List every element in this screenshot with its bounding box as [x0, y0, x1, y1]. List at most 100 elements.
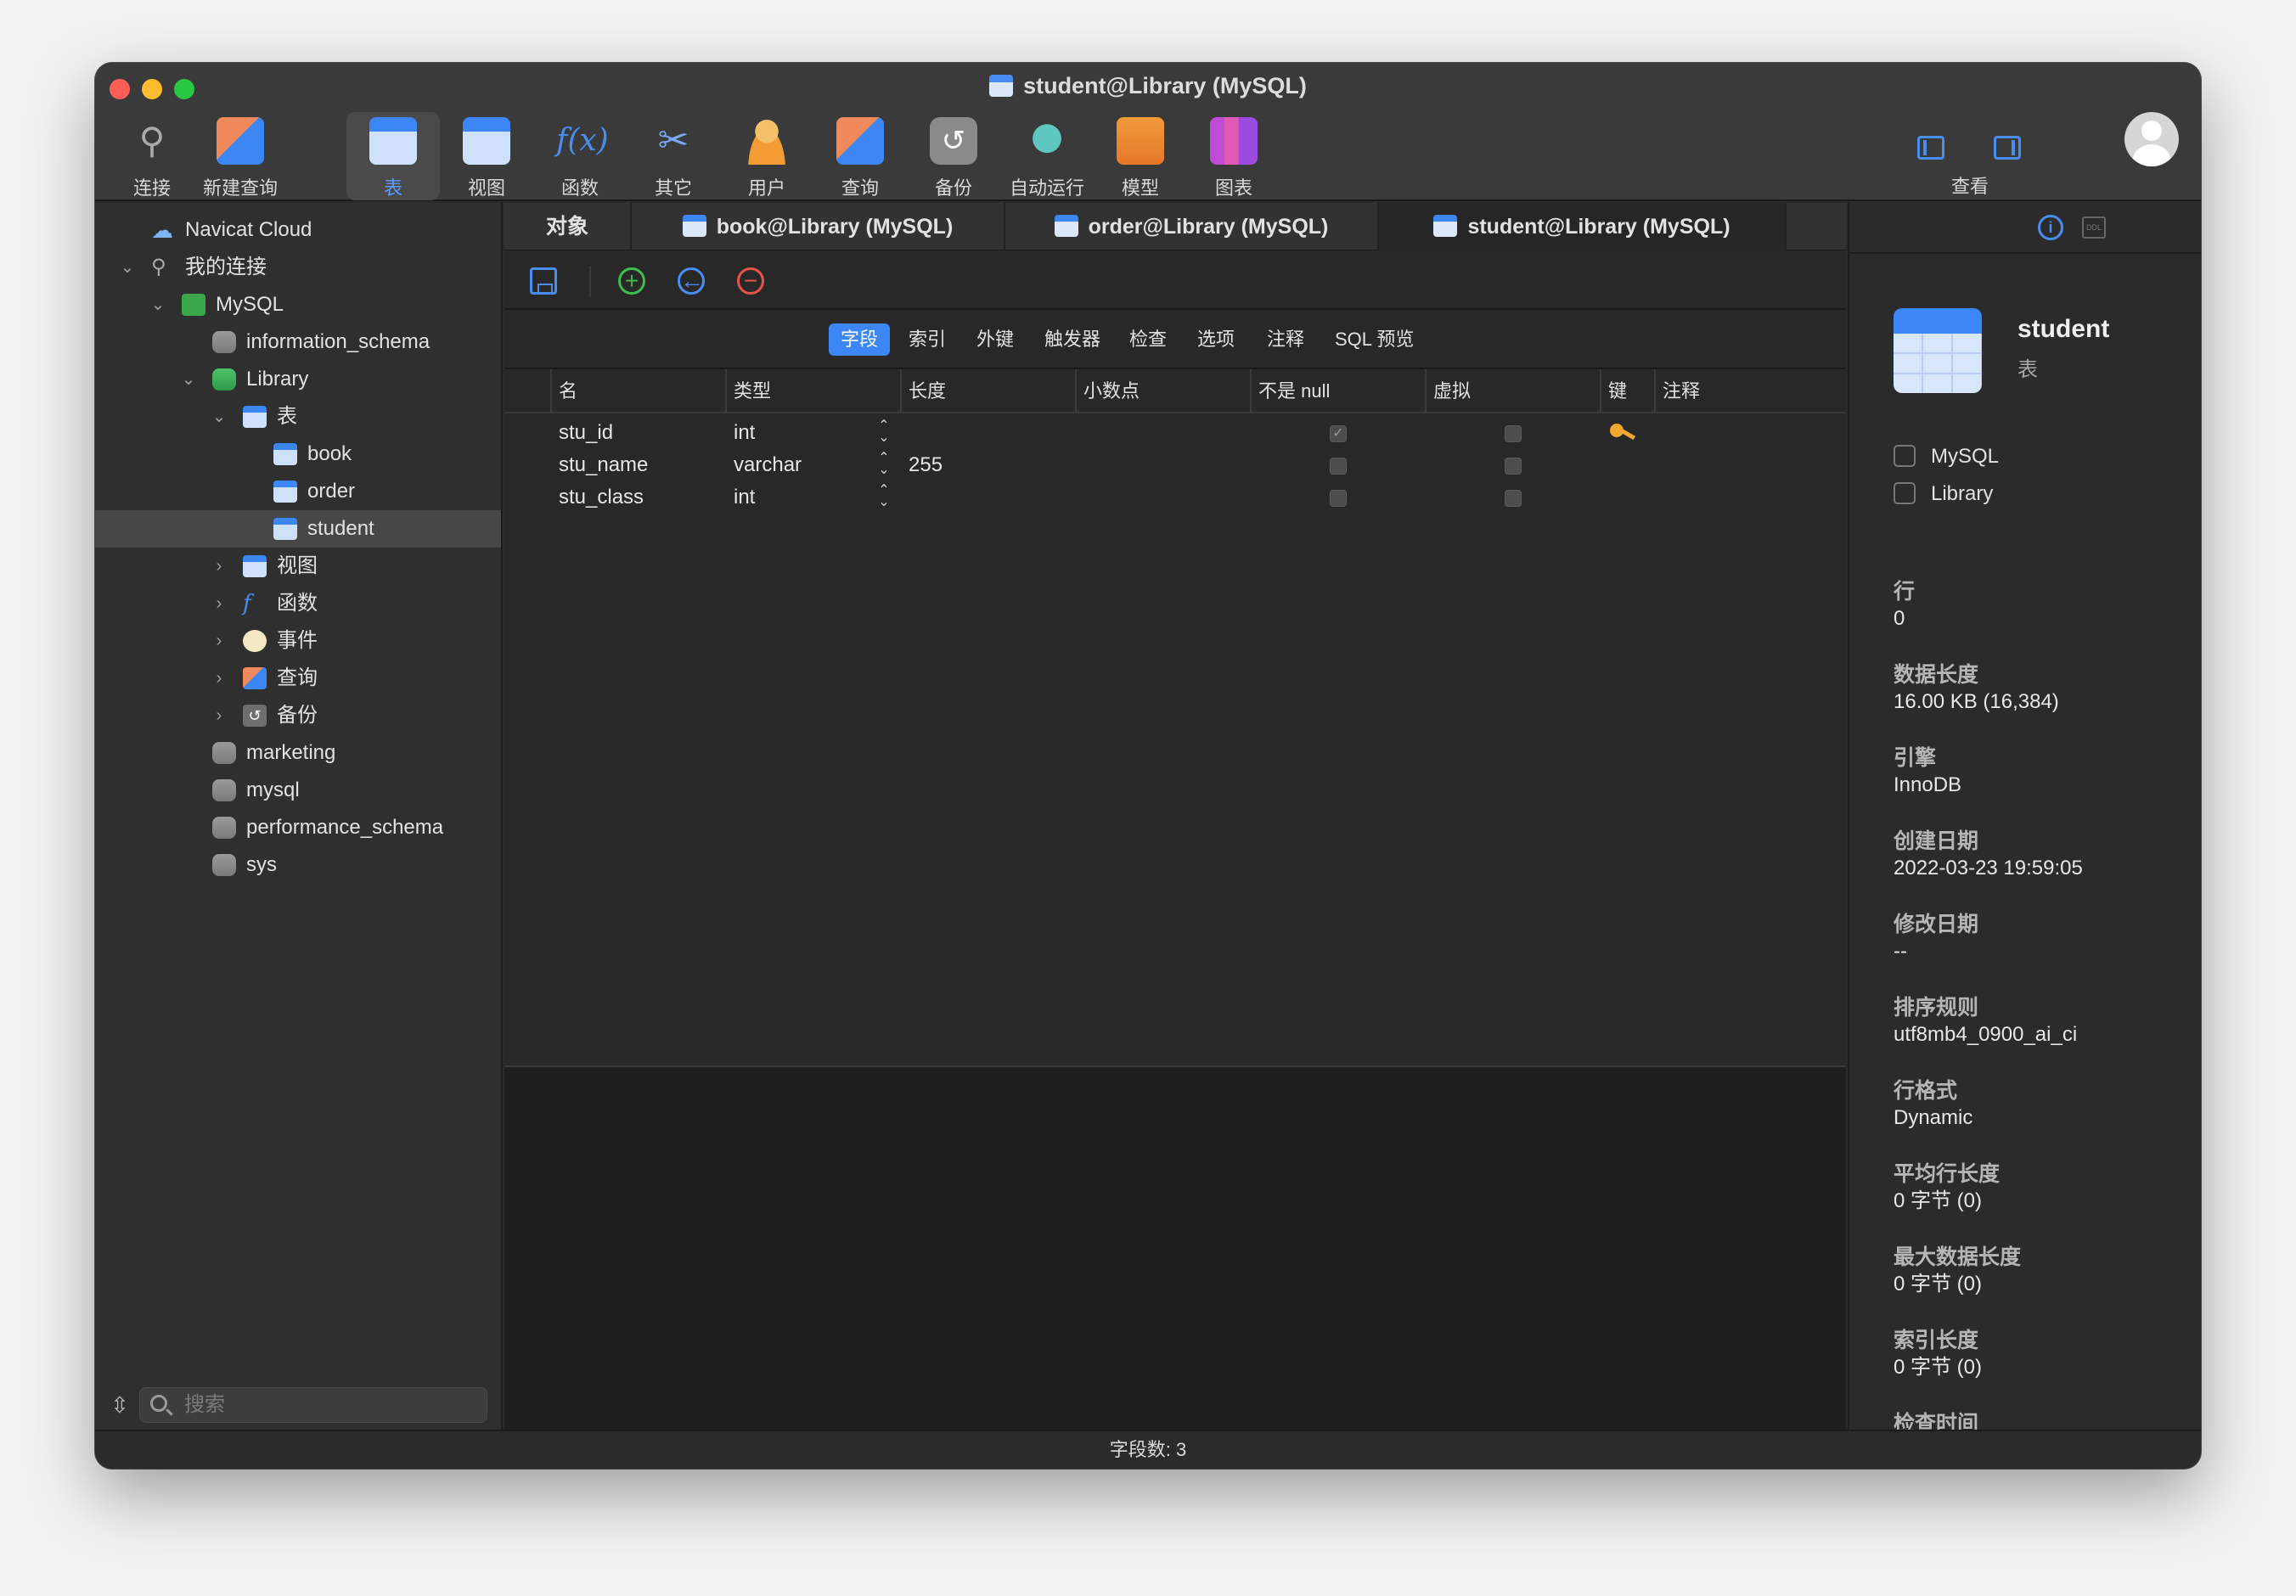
field-name-cell[interactable]: stu_name: [559, 449, 648, 481]
subtab-options[interactable]: 选项: [1185, 323, 1246, 356]
tree-item-order[interactable]: order: [95, 473, 501, 510]
subtab-comment[interactable]: 注释: [1255, 323, 1316, 356]
subtab-foreign-keys[interactable]: 外键: [965, 323, 1026, 356]
type-stepper-icon[interactable]: ⌃ ⌄: [878, 484, 890, 509]
tab-objects[interactable]: 对象: [504, 203, 632, 250]
tree-item-my-connections[interactable]: ⌄ ⚲ 我的连接: [95, 249, 501, 286]
chevron-down-icon[interactable]: ⌄: [119, 249, 136, 286]
tree-item-mysql-db[interactable]: mysql: [95, 772, 501, 809]
subtab-sql-preview[interactable]: SQL 预览: [1323, 323, 1426, 356]
tree-item-backups[interactable]: › ↺ 备份: [95, 697, 501, 734]
field-name-cell[interactable]: stu_class: [559, 481, 644, 514]
toolbar-connect-button[interactable]: ⚲ 连接: [105, 112, 199, 200]
toggle-sidebar-icon[interactable]: [1917, 136, 1944, 160]
user-icon: [743, 117, 791, 165]
tree-item-marketing[interactable]: marketing: [95, 734, 501, 772]
ddl-icon[interactable]: DDL: [2082, 216, 2106, 239]
tab-student[interactable]: student@Library (MySQL): [1379, 203, 1787, 250]
not-null-checkbox[interactable]: [1330, 490, 1347, 507]
tree-item-tables[interactable]: ⌄ 表: [95, 398, 501, 436]
designer-subtabs: 字段 索引 外键 触发器 检查 选项 注释 SQL 预览: [504, 312, 1846, 369]
tree-item-library[interactable]: ⌄ Library: [95, 361, 501, 398]
insert-field-button[interactable]: ←: [678, 267, 705, 295]
property-engine: 引擎 InnoDB: [1894, 746, 1962, 796]
subtab-indexes[interactable]: 索引: [897, 323, 958, 356]
virtual-checkbox[interactable]: [1505, 458, 1522, 475]
chevron-down-icon[interactable]: ⌄: [211, 398, 228, 436]
type-stepper-icon[interactable]: ⌃ ⌄: [878, 419, 890, 445]
tree-item-sys[interactable]: sys: [95, 846, 501, 884]
toolbar-user-button[interactable]: 用户: [720, 112, 813, 200]
toolbar-automation-button[interactable]: 自动运行: [1000, 112, 1094, 200]
field-name-cell[interactable]: stu_id: [559, 417, 613, 449]
column-header-comment[interactable]: 注释: [1654, 369, 1756, 413]
tree-item-functions[interactable]: › f 函数: [95, 585, 501, 622]
tree-item-navicat-cloud[interactable]: ☁ Navicat Cloud: [95, 211, 501, 249]
tree-item-mysql[interactable]: ⌄ MySQL: [95, 286, 501, 323]
delete-field-button[interactable]: −: [737, 267, 764, 295]
toolbar-view-button[interactable]: 视图: [440, 112, 533, 200]
tab-book[interactable]: book@Library (MySQL): [632, 203, 1005, 250]
table-row[interactable]: stu_name varchar ⌃ ⌄ 255: [504, 449, 1846, 481]
primary-key-icon[interactable]: [1608, 422, 1637, 444]
info-icon[interactable]: i: [2038, 215, 2063, 240]
toggle-info-panel-icon[interactable]: [1994, 136, 2021, 160]
tree-item-book[interactable]: book: [95, 436, 501, 473]
tree-item-information-schema[interactable]: information_schema: [95, 323, 501, 361]
not-null-checkbox[interactable]: ✓: [1330, 425, 1347, 442]
toolbar-model-button[interactable]: 模型: [1094, 112, 1187, 200]
column-header-length[interactable]: 长度: [900, 369, 1075, 413]
subtab-fields[interactable]: 字段: [829, 323, 891, 356]
toolbar-function-button[interactable]: f(x) 函数: [533, 112, 627, 200]
table-icon: [273, 480, 297, 503]
chevron-right-icon[interactable]: ›: [211, 697, 228, 734]
type-stepper-icon[interactable]: ⌃ ⌄: [878, 452, 890, 477]
avatar[interactable]: [2124, 112, 2179, 166]
chevron-down-icon[interactable]: ⌄: [149, 286, 166, 323]
toolbar-other-button[interactable]: ✂ 其它: [627, 112, 720, 200]
chevron-down-icon[interactable]: ⌄: [180, 361, 197, 398]
field-type-cell[interactable]: varchar: [734, 449, 802, 481]
document-tabs: 对象 book@Library (MySQL) order@Library (M…: [504, 203, 1846, 250]
virtual-checkbox[interactable]: [1505, 490, 1522, 507]
toolbar-backup-button[interactable]: ↺ 备份: [907, 112, 1000, 200]
field-type-cell[interactable]: int: [734, 481, 755, 514]
toolbar-table-button[interactable]: 表: [346, 112, 440, 200]
tree-item-performance-schema[interactable]: performance_schema: [95, 809, 501, 846]
tab-order[interactable]: order@Library (MySQL): [1005, 203, 1379, 250]
column-header-virtual[interactable]: 虚拟: [1425, 369, 1600, 413]
chevron-right-icon[interactable]: ›: [211, 548, 228, 585]
title-toolbar: student@Library (MySQL) ⚲ 连接 新建查询 表 视图 f…: [95, 63, 2201, 201]
column-header-type[interactable]: 类型: [725, 369, 900, 413]
toolbar-query-button[interactable]: 查询: [813, 112, 907, 200]
filter-toggle-icon[interactable]: ⇳: [110, 1392, 129, 1419]
column-header-not-null[interactable]: 不是 null: [1250, 369, 1425, 413]
table-row[interactable]: stu_class int ⌃ ⌄: [504, 481, 1846, 514]
subtab-checks[interactable]: 检查: [1117, 323, 1179, 356]
toolbar-new-query-button[interactable]: 新建查询: [194, 112, 287, 200]
subtab-triggers[interactable]: 触发器: [1033, 323, 1112, 356]
search-input[interactable]: [184, 1391, 473, 1419]
chevron-right-icon[interactable]: ›: [211, 585, 228, 622]
chevron-right-icon[interactable]: ›: [211, 660, 228, 697]
function-icon: f(x): [556, 123, 609, 158]
connection-icon: [1894, 445, 1916, 467]
save-button[interactable]: [530, 267, 557, 295]
tree-item-events[interactable]: › 事件: [95, 622, 501, 660]
field-length-cell[interactable]: 255: [909, 449, 943, 481]
column-header-decimals[interactable]: 小数点: [1075, 369, 1250, 413]
tree-item-views[interactable]: › 视图: [95, 548, 501, 585]
table-design-icon: [682, 215, 706, 237]
toolbar-chart-button[interactable]: 图表: [1187, 112, 1280, 200]
not-null-checkbox[interactable]: [1330, 458, 1347, 475]
field-type-cell[interactable]: int: [734, 417, 755, 449]
virtual-checkbox[interactable]: [1505, 425, 1522, 442]
tree-item-queries[interactable]: › 查询: [95, 660, 501, 697]
table-row[interactable]: stu_id int ⌃ ⌄ ✓: [504, 417, 1846, 449]
column-header-key[interactable]: 键: [1600, 369, 1654, 413]
window-title: student@Library (MySQL): [95, 73, 2201, 99]
add-field-button[interactable]: +: [618, 267, 645, 295]
column-header-name[interactable]: 名: [550, 369, 725, 413]
tree-item-student[interactable]: student: [95, 510, 501, 548]
chevron-right-icon[interactable]: ›: [211, 622, 228, 660]
